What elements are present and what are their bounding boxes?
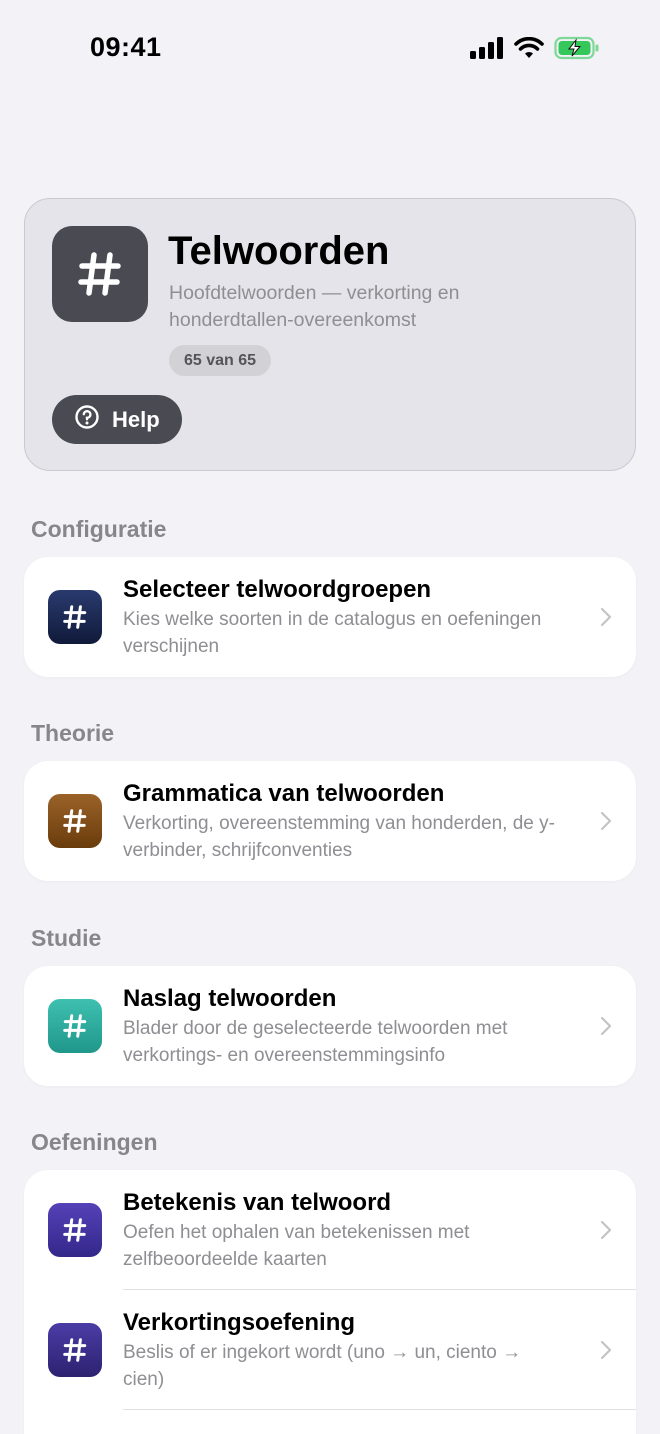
chevron-right-icon	[600, 1220, 612, 1245]
question-circle-icon	[74, 404, 100, 436]
page-title: Telwoorden	[168, 229, 390, 273]
row-subtitle: Kies welke soorten in de catalogus en oe…	[123, 609, 542, 657]
card-oefeningen: Betekenis van telwoord Oefen het ophalen…	[24, 1170, 636, 1434]
card-configuratie: Selecteer telwoordgroepen Kies welke soo…	[24, 557, 636, 677]
row-subtitle: Blader door de geselecteerde telwoorden …	[123, 1018, 508, 1066]
chevron-right-icon	[600, 811, 612, 836]
row-title: Selecteer telwoordgroepen	[123, 576, 432, 603]
row-grammar[interactable]: Grammatica van telwoorden Verkorting, ov…	[24, 761, 636, 881]
hashtag-icon	[48, 999, 102, 1053]
hashtag-icon	[48, 1323, 102, 1377]
page-subtitle: Hoofdtelwoorden — verkorting en honderdt…	[169, 282, 460, 331]
hashtag-icon	[48, 590, 102, 644]
hashtag-icon	[48, 1203, 102, 1257]
row-reference[interactable]: Naslag telwoorden Blader door de geselec…	[24, 966, 636, 1086]
row-title: Betekenis van telwoord	[123, 1189, 392, 1216]
row-select-groups[interactable]: Selecteer telwoordgroepen Kies welke soo…	[24, 557, 636, 677]
section-header-configuratie: Configuratie	[31, 516, 167, 542]
hashtag-icon	[48, 794, 102, 848]
section-header-theorie: Theorie	[31, 720, 115, 746]
section-header-oefeningen: Oefeningen	[31, 1129, 158, 1155]
help-button[interactable]: Help	[52, 395, 182, 444]
row-subtitle: Beslis of er ingekort wordt (uno → un, c…	[123, 1342, 522, 1390]
hashtag-icon	[52, 226, 148, 322]
help-label: Help	[112, 406, 160, 432]
row-subtitle: Verkorting, overeenstemming van honderde…	[123, 813, 555, 861]
cellular-signal-icon	[470, 37, 504, 59]
row-title: Grammatica van telwoorden	[123, 780, 445, 807]
progress-badge: 65 van 65	[169, 345, 272, 376]
row-shortening-practice[interactable]: Verkortingsoefening Beslis of er ingekor…	[24, 1290, 636, 1410]
card-studie: Naslag telwoorden Blader door de geselec…	[24, 966, 636, 1086]
row-subtitle: Oefen het ophalen van betekenissen met z…	[123, 1222, 470, 1270]
row-divider	[123, 1409, 636, 1410]
card-theorie: Grammatica van telwoorden Verkorting, ov…	[24, 761, 636, 881]
chevron-right-icon	[600, 1340, 612, 1365]
row-meaning-practice[interactable]: Betekenis van telwoord Oefen het ophalen…	[24, 1170, 636, 1290]
status-bar: 09:41	[0, 0, 660, 96]
status-time: 09:41	[90, 32, 162, 62]
wifi-icon	[514, 37, 544, 59]
row-title: Naslag telwoorden	[123, 985, 337, 1012]
status-icons	[470, 36, 600, 60]
row-title: Verkortingsoefening	[123, 1309, 356, 1336]
chevron-right-icon	[600, 607, 612, 632]
battery-charging-icon	[554, 36, 600, 60]
header-card: Telwoorden Hoofdtelwoorden — verkorting …	[24, 198, 636, 471]
section-header-studie: Studie	[31, 925, 102, 951]
chevron-right-icon	[600, 1016, 612, 1041]
